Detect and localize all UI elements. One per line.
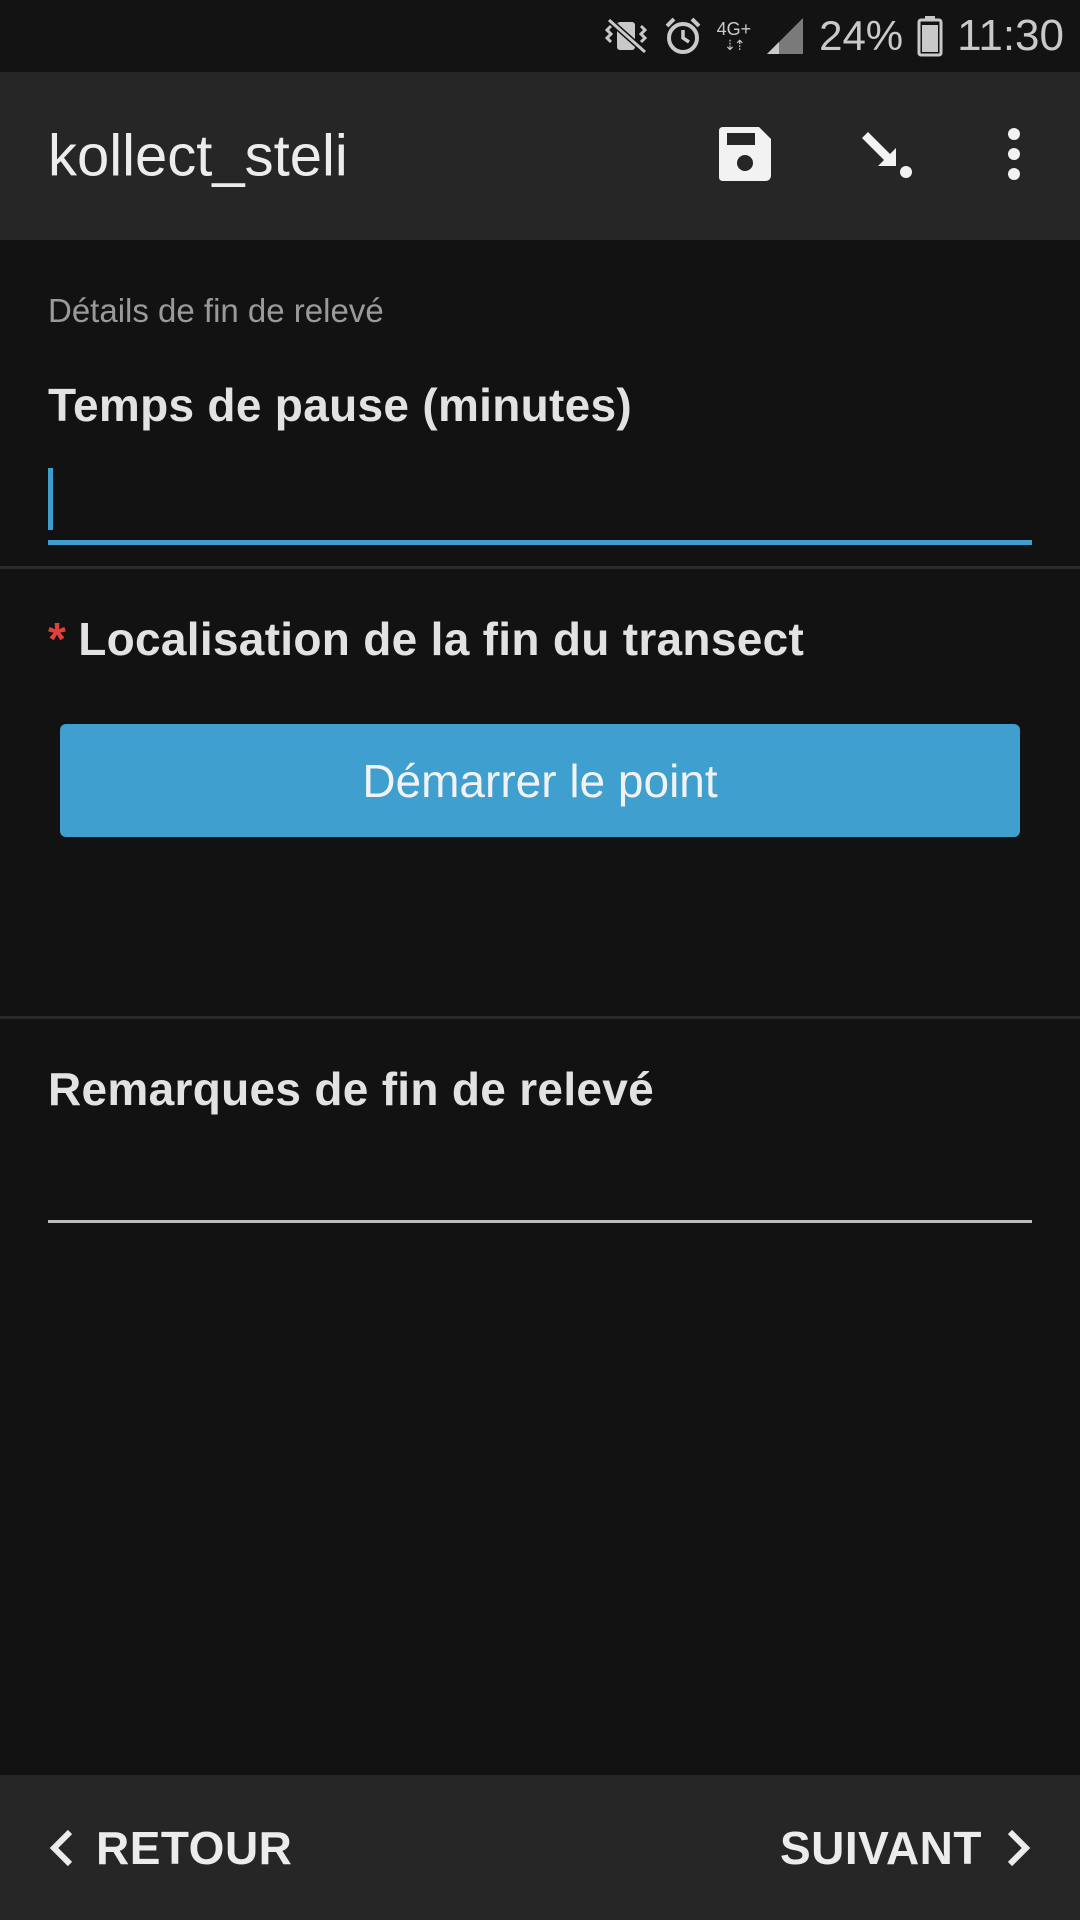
signal-icon [765,16,805,56]
status-bar: 4G+ ⇣⇡ 24% 11:30 [0,0,1080,72]
text-cursor [48,468,53,530]
alarm-icon [663,16,703,56]
app-bar: kollect_steli [0,72,1080,240]
goto-button[interactable] [840,108,936,204]
bottom-navigation: RETOUR SUIVANT [0,1775,1080,1920]
required-marker: * [48,613,67,665]
divider [0,1016,1080,1019]
start-point-button[interactable]: Démarrer le point [60,724,1020,837]
more-vert-icon [1004,126,1024,187]
network-type-label: 4G+ [716,19,752,39]
save-button[interactable] [696,108,792,204]
clock: 11:30 [957,11,1064,60]
question-remarks-label: Remarques de fin de relevé [48,1063,655,1115]
battery-icon [917,15,943,57]
remarks-input[interactable] [48,1150,1032,1223]
next-button[interactable]: SUIVANT [780,1821,1032,1875]
battery-percent: 24% [819,12,904,59]
question-location-label: * Localisation de la fin du transect [48,612,804,666]
next-label: SUIVANT [780,1821,982,1874]
save-icon [715,125,773,188]
chevron-left-icon [48,1828,74,1868]
back-label: RETOUR [96,1821,293,1874]
app-title: kollect_steli [48,123,348,189]
question-location-text: Localisation de la fin du transect [78,613,805,665]
goto-icon [860,126,916,187]
more-options-button[interactable] [966,108,1062,204]
back-button[interactable]: RETOUR [48,1821,292,1875]
question-pause-time-label: Temps de pause (minutes) [48,379,633,431]
chevron-right-icon [1006,1828,1032,1868]
group-label: Détails de fin de relevé [48,292,384,329]
pause-time-input[interactable] [48,465,1032,545]
divider [0,566,1080,569]
network-4g-icon: 4G+ ⇣⇡ [716,19,752,53]
screen: 4G+ ⇣⇡ 24% 11:30 kollect_steli Détails d… [0,0,1080,1920]
vibrate-icon [604,16,649,56]
